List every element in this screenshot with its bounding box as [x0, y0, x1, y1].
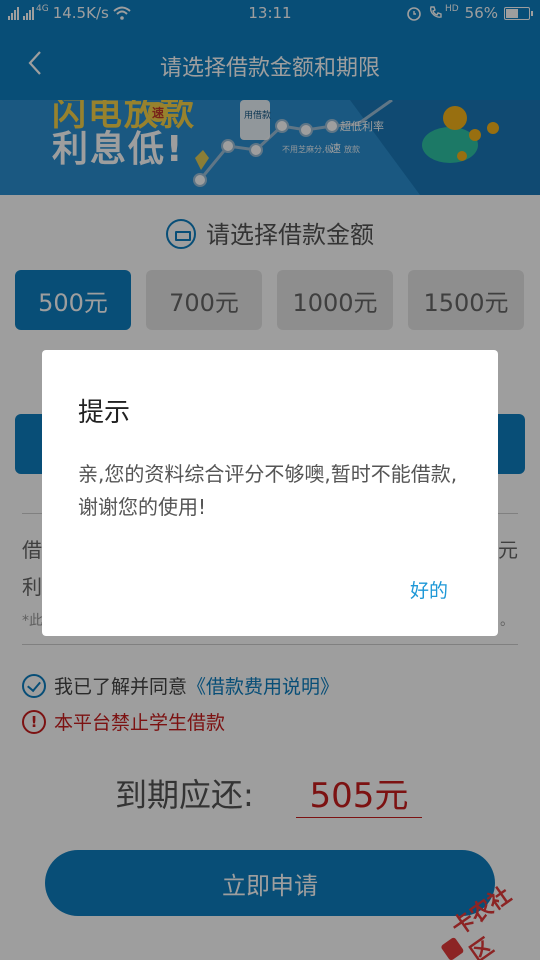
dialog-message: 亲,您的资料综合评分不够噢,暂时不能借款,谢谢您的使用!: [78, 462, 458, 519]
dialog-ok-button[interactable]: 好的: [410, 576, 448, 603]
dialog-title: 提示: [78, 398, 131, 428]
alert-dialog: 提示 亲,您的资料综合评分不够噢,暂时不能借款,谢谢您的使用! 好的: [42, 350, 498, 636]
